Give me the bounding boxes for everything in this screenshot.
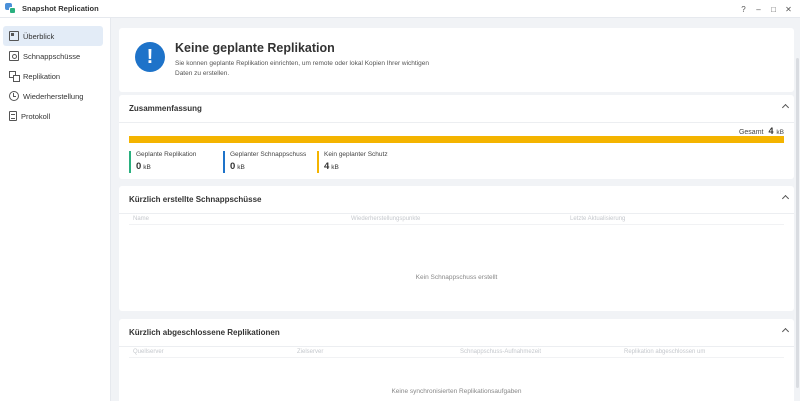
total-value: 4 bbox=[768, 126, 774, 136]
table-header: Name Wiederherstellungspunkte Letzte Akt… bbox=[129, 215, 784, 225]
column-header-restore-points[interactable]: Wiederherstellungspunkte bbox=[351, 216, 420, 222]
alert-title: Keine geplante Replikation bbox=[175, 41, 335, 55]
stat-label: Geplanter Schnappschuss bbox=[230, 151, 307, 158]
snapshot-icon bbox=[9, 51, 19, 61]
stat-label: Geplante Replikation bbox=[136, 151, 197, 158]
column-header-last-update[interactable]: Letzte Aktualisierung bbox=[570, 216, 625, 222]
recent-replications-title: Kürzlich abgeschlossene Replikationen bbox=[129, 328, 280, 337]
total-usage: Gesamt 4 kB bbox=[739, 126, 784, 136]
snapshot-replication-app-icon bbox=[5, 3, 16, 14]
sidebar-item-label: Schnappschüsse bbox=[23, 51, 81, 61]
overview-icon bbox=[9, 31, 19, 41]
summary-header[interactable]: Zusammenfassung bbox=[119, 95, 794, 123]
sidebar-item-snapshots[interactable]: Schnappschüsse bbox=[3, 46, 103, 66]
recent-snapshots-header[interactable]: Kürzlich erstellte Schnappschüsse bbox=[119, 186, 794, 214]
stat-value: 0 kB bbox=[230, 161, 245, 172]
sidebar-item-label: Protokoll bbox=[21, 111, 51, 121]
sidebar-item-label: Wiederherstellung bbox=[23, 91, 84, 101]
sidebar-item-restore[interactable]: Wiederherstellung bbox=[3, 86, 103, 106]
sidebar-item-label: Replikation bbox=[23, 71, 61, 81]
total-unit: kB bbox=[776, 129, 784, 136]
empty-state-text: Kein Schnappschuss erstellt bbox=[415, 274, 498, 281]
recent-replications-header[interactable]: Kürzlich abgeschlossene Replikationen bbox=[119, 319, 794, 347]
stat-label: Kein geplanter Schutz bbox=[324, 151, 388, 158]
sidebar-item-label: Überblick bbox=[23, 31, 55, 41]
app-title: Snapshot Replication bbox=[22, 4, 99, 13]
replication-icon bbox=[9, 71, 20, 82]
stat-no-protection: Kein geplanter Schutz 4 kB bbox=[317, 151, 388, 173]
summary-title: Zusammenfassung bbox=[129, 104, 202, 113]
column-header-source-server[interactable]: Quellserver bbox=[133, 349, 164, 355]
column-header-target-server[interactable]: Zielserver bbox=[297, 349, 323, 355]
empty-state-text: Keine synchronisierten Replikationsaufga… bbox=[391, 388, 522, 395]
usage-bar bbox=[129, 136, 784, 143]
column-header-replication-completed[interactable]: Replikation abgeschlossen um bbox=[624, 349, 705, 355]
sidebar-item-overview[interactable]: Überblick bbox=[3, 26, 103, 46]
summary-panel: Zusammenfassung Gesamt 4 kB Geplante Rep… bbox=[119, 95, 794, 179]
usage-bar-fill bbox=[129, 136, 784, 143]
log-icon bbox=[9, 111, 17, 121]
scrollbar[interactable] bbox=[796, 58, 799, 388]
stat-value: 0 kB bbox=[136, 161, 151, 172]
stat-scheduled-snapshot: Geplanter Schnappschuss 0 kB bbox=[223, 151, 306, 173]
restore-icon bbox=[9, 91, 19, 101]
column-header-name[interactable]: Name bbox=[133, 216, 149, 222]
recent-replications-panel: Kürzlich abgeschlossene Replikationen Qu… bbox=[119, 319, 794, 401]
title-bar: Snapshot Replication ? – □ ✕ bbox=[0, 0, 800, 18]
help-button[interactable]: ? bbox=[736, 5, 751, 14]
no-replication-alert: ! Keine geplante Replikation Sie konnen … bbox=[119, 28, 794, 92]
recent-snapshots-title: Kürzlich erstellte Schnappschüsse bbox=[129, 195, 262, 204]
column-header-snapshot-time[interactable]: Schnappschuss-Aufnahmezeit bbox=[460, 349, 541, 355]
exclamation-icon: ! bbox=[135, 42, 165, 72]
sidebar: Überblick Schnappschüsse Replikation Wie… bbox=[0, 18, 111, 401]
sidebar-item-log[interactable]: Protokoll bbox=[3, 106, 103, 126]
maximize-button[interactable]: □ bbox=[766, 5, 781, 14]
alert-text: Sie konnen geplante Replikation einricht… bbox=[175, 60, 430, 77]
sidebar-item-replication[interactable]: Replikation bbox=[3, 66, 103, 86]
stat-value: 4 kB bbox=[324, 161, 339, 172]
table-header: Quellserver Zielserver Schnappschuss-Auf… bbox=[129, 348, 784, 358]
total-label: Gesamt bbox=[738, 129, 764, 136]
close-button[interactable]: ✕ bbox=[781, 5, 796, 14]
minimize-button[interactable]: – bbox=[751, 5, 766, 14]
recent-snapshots-panel: Kürzlich erstellte Schnappschüsse Name W… bbox=[119, 186, 794, 311]
main-content: ! Keine geplante Replikation Sie konnen … bbox=[111, 18, 800, 401]
stat-scheduled-replication: Geplante Replikation 0 kB bbox=[129, 151, 196, 173]
